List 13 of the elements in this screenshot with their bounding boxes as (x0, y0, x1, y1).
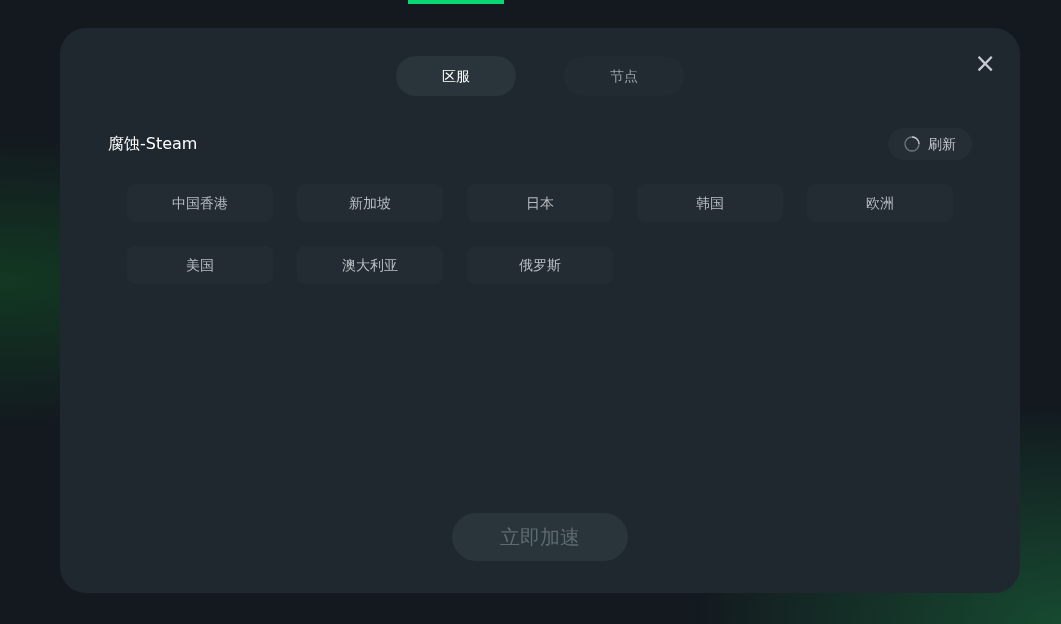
region-button[interactable]: 日本 (467, 184, 613, 222)
region-button[interactable]: 美国 (127, 246, 273, 284)
spinner-icon (904, 136, 920, 152)
close-button[interactable]: × (970, 50, 1000, 76)
region-button[interactable]: 新加坡 (297, 184, 443, 222)
region-button[interactable]: 韩国 (637, 184, 783, 222)
refresh-button[interactable]: 刷新 (888, 128, 972, 160)
region-button[interactable]: 欧洲 (807, 184, 953, 222)
region-button[interactable]: 俄罗斯 (467, 246, 613, 284)
tab[interactable]: 区服 (396, 56, 516, 96)
region-button[interactable]: 澳大利亚 (297, 246, 443, 284)
game-title: 腐蚀-Steam (108, 133, 198, 155)
region-button[interactable]: 中国香港 (127, 184, 273, 222)
